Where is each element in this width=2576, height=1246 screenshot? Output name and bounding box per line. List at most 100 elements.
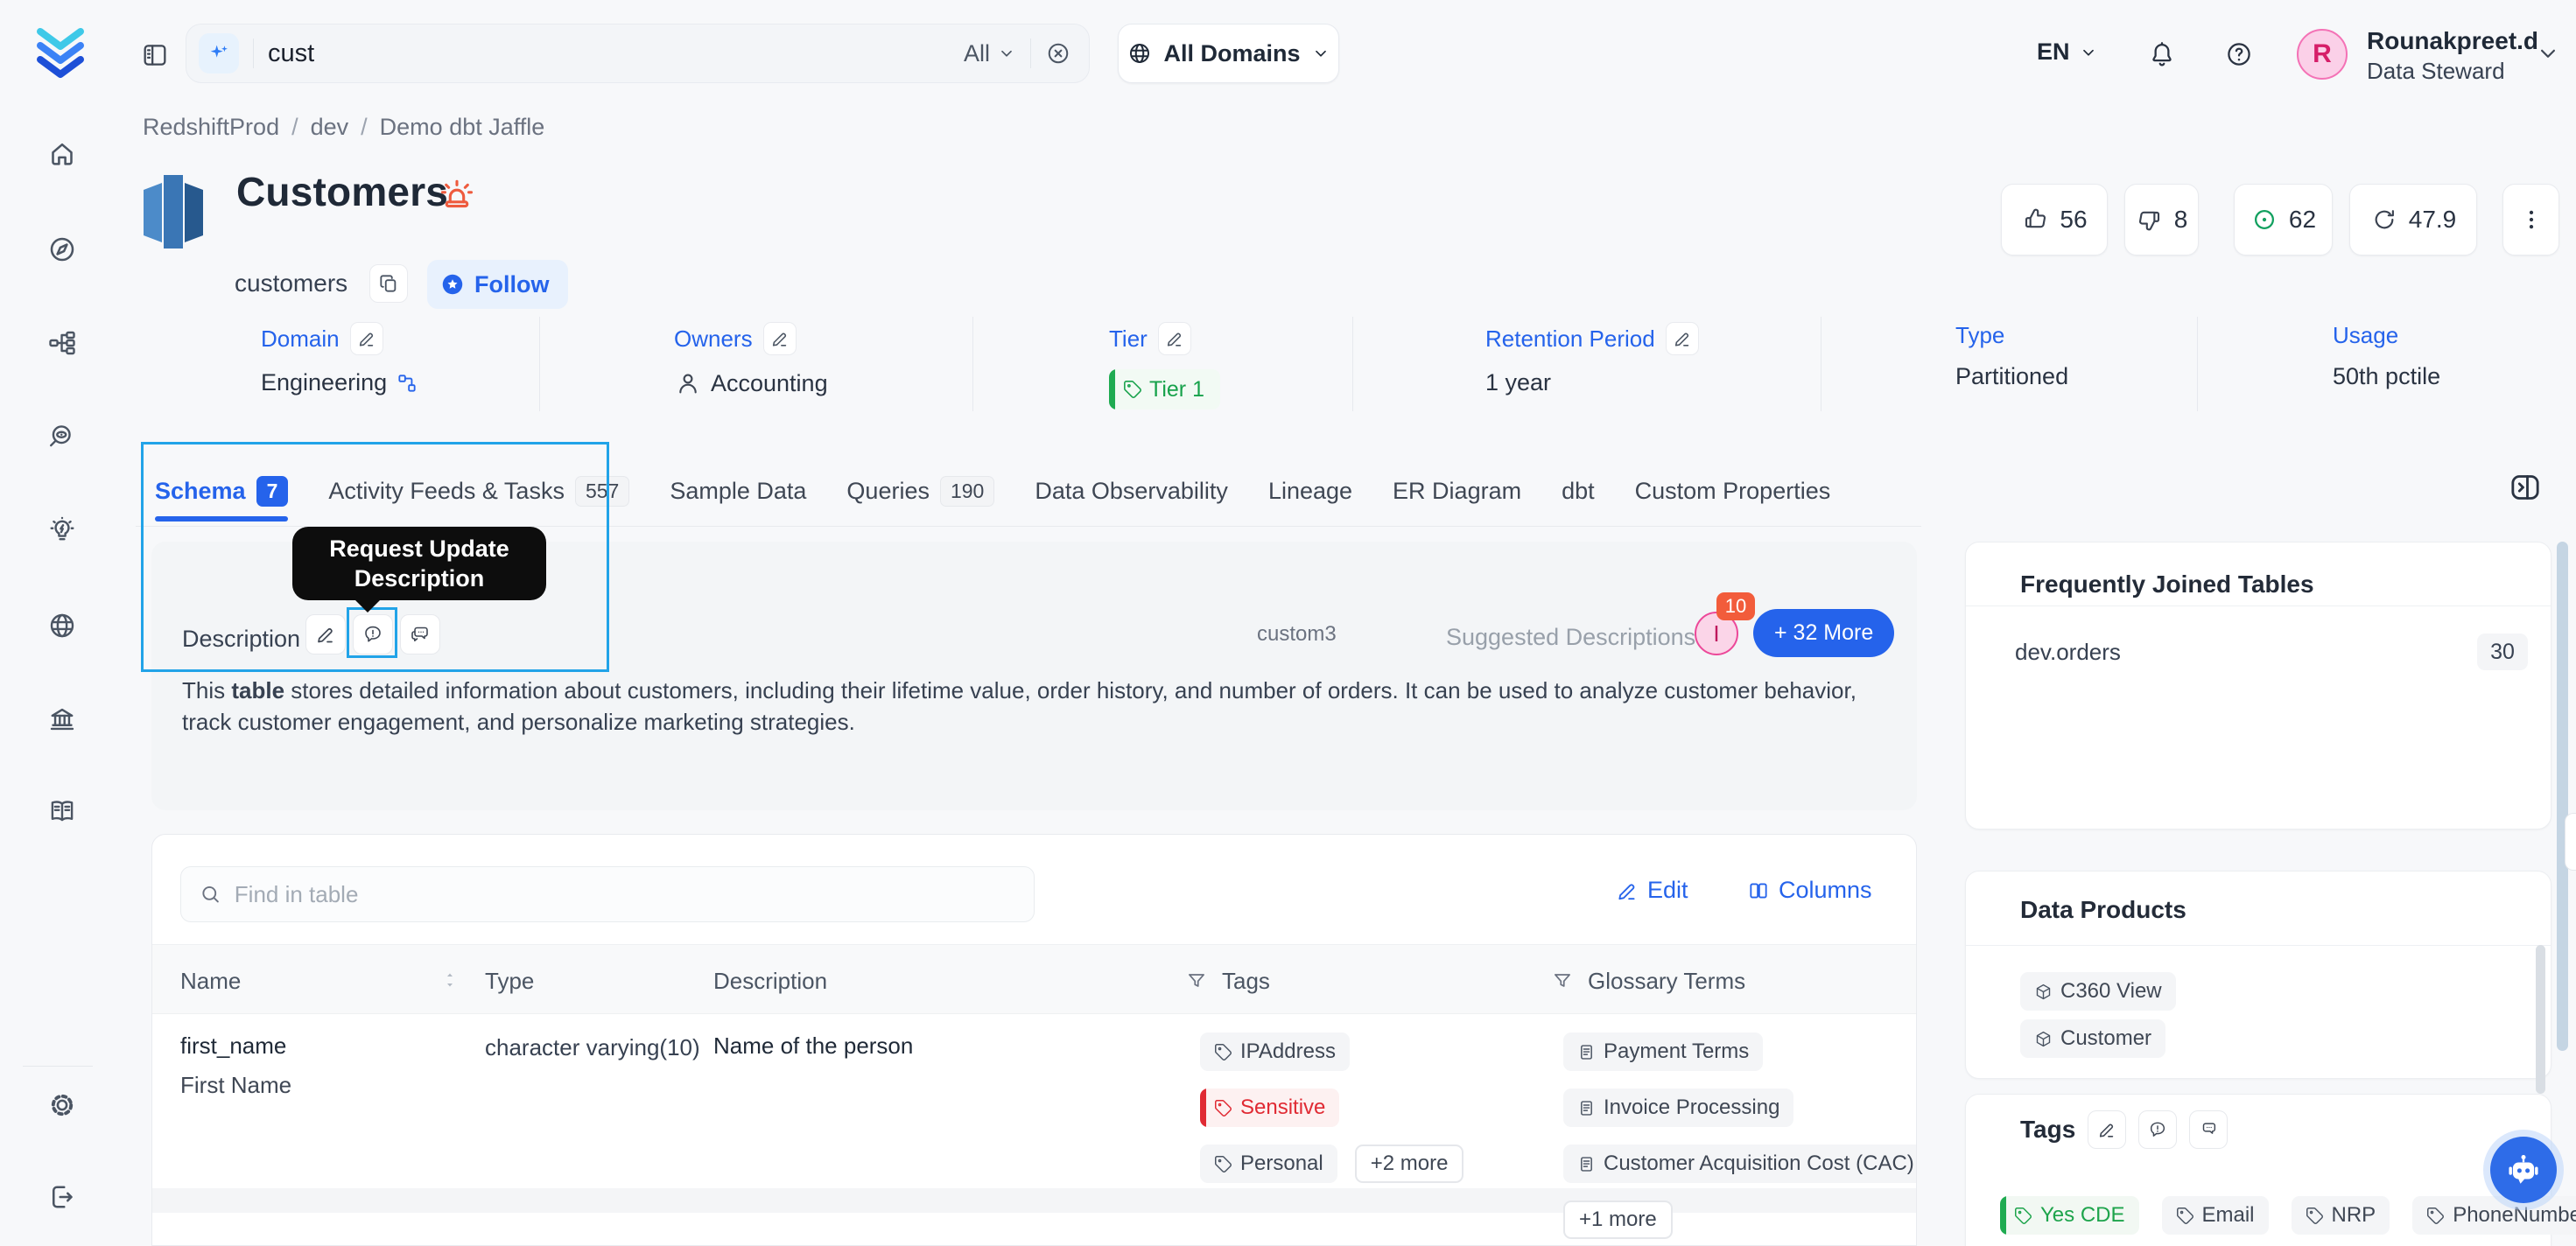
joined-table-row[interactable]: dev.orders 30 <box>1966 634 2551 670</box>
domain-label[interactable]: Domain <box>261 326 340 353</box>
all-domains-dropdown[interactable]: All Domains <box>1118 24 1339 83</box>
popularity-button[interactable]: 47.9 <box>2349 184 2477 256</box>
tag-chip[interactable]: Email <box>2161 1196 2269 1235</box>
tab[interactable]: ER Diagram <box>1393 478 1521 505</box>
tag-chip[interactable]: +2 more <box>1354 1144 1464 1183</box>
edit-owners-icon[interactable] <box>762 322 797 355</box>
tab[interactable]: Schema 7 <box>155 475 289 522</box>
column-name-cell[interactable]: first_name First Name <box>180 1032 291 1099</box>
glossary-term-chip[interactable]: Customer Acquisition Cost (CAC) <box>1563 1144 1916 1183</box>
settings-gear-icon[interactable] <box>43 1086 81 1124</box>
find-in-table[interactable] <box>180 866 1035 922</box>
sort-icon[interactable] <box>439 970 460 990</box>
ai-sparkle-icon[interactable] <box>199 33 239 74</box>
page-scrollbar[interactable] <box>2557 542 2568 1051</box>
tab[interactable]: dbt <box>1562 478 1595 505</box>
column-name[interactable]: first_name <box>180 1032 291 1060</box>
filter-funnel-icon[interactable] <box>1185 970 1208 992</box>
owners-value[interactable]: Accounting <box>711 370 828 397</box>
filter-funnel-icon[interactable] <box>1551 970 1574 992</box>
edit-domain-icon[interactable] <box>349 322 383 355</box>
tag-chip[interactable]: IPAddress <box>1200 1032 1350 1071</box>
logout-icon[interactable] <box>43 1178 81 1216</box>
suggested-more-button[interactable]: + 32 More <box>1753 609 1895 657</box>
language-selector[interactable]: EN <box>2037 38 2098 66</box>
owners-label[interactable]: Owners <box>674 326 753 353</box>
edit-columns-button[interactable]: Edit <box>1616 877 1688 904</box>
glossary-term-chip[interactable]: Invoice Processing <box>1563 1088 1794 1127</box>
request-tags-icon[interactable] <box>2138 1110 2178 1149</box>
tag-chip[interactable]: Sensitive <box>1200 1088 1340 1127</box>
domain-value[interactable]: Engineering <box>261 369 387 396</box>
home-icon[interactable] <box>43 135 81 173</box>
edit-retention-icon[interactable] <box>1665 322 1699 355</box>
user-avatar[interactable]: R <box>2297 29 2348 80</box>
glossary-term-chip[interactable]: Payment Terms <box>1563 1032 1764 1071</box>
type-label[interactable]: Type <box>1955 322 2004 349</box>
tab[interactable]: Sample Data <box>670 478 806 505</box>
tab[interactable]: Lineage <box>1268 478 1352 505</box>
breadcrumb-connection[interactable]: RedshiftProd <box>143 114 279 141</box>
alert-siren-icon[interactable] <box>438 175 476 214</box>
products-sitemap-icon[interactable] <box>43 324 81 362</box>
tab[interactable]: Custom Properties <box>1635 478 1831 505</box>
follow-button[interactable]: Follow <box>427 260 569 309</box>
request-update-description-icon[interactable] <box>353 614 393 654</box>
sidebar-toggle-icon[interactable] <box>140 40 170 70</box>
downvote-button[interactable]: 8 <box>2124 184 2199 256</box>
column-description[interactable]: Name of the person <box>713 1032 913 1060</box>
upvote-button[interactable]: 56 <box>2001 184 2108 256</box>
col-header-description[interactable]: Description <box>713 968 827 995</box>
panel-scrollbar[interactable] <box>2536 945 2545 1094</box>
col-header-glossary-terms[interactable]: Glossary Terms <box>1588 968 1745 995</box>
columns-button[interactable]: Columns <box>1747 877 1872 904</box>
tab[interactable]: Queries 190 <box>846 475 995 507</box>
joined-table-name[interactable]: dev.orders <box>2015 639 2121 666</box>
atlan-logo[interactable] <box>33 24 88 80</box>
col-header-name[interactable]: Name <box>180 968 241 995</box>
glossary-book-icon[interactable] <box>43 792 81 830</box>
help-icon[interactable] <box>2218 33 2260 75</box>
breadcrumb-database[interactable]: Demo dbt Jaffle <box>380 114 545 141</box>
tier-label[interactable]: Tier <box>1109 326 1148 353</box>
data-product-chip[interactable]: C360 View <box>2020 972 2176 1011</box>
explore-compass-icon[interactable] <box>43 230 81 269</box>
col-header-tags[interactable]: Tags <box>1222 968 1270 995</box>
user-menu-chevron-icon[interactable] <box>2535 40 2561 66</box>
col-header-type[interactable]: Type <box>485 968 534 995</box>
copy-icon[interactable] <box>369 264 408 303</box>
tab[interactable]: Data Observability <box>1035 478 1228 505</box>
insights-bulb-icon[interactable] <box>43 511 81 550</box>
more-actions-kebab-icon[interactable] <box>2502 184 2559 256</box>
tag-chip[interactable]: NRP <box>2291 1196 2390 1235</box>
collapsed-panel-handle[interactable] <box>2565 813 2576 871</box>
edit-tags-icon[interactable] <box>2088 1110 2127 1149</box>
user-menu[interactable]: Rounakpreet.d Data Steward <box>2367 26 2538 85</box>
discovery-search-eye-icon[interactable] <box>43 417 81 456</box>
search-scope-dropdown[interactable]: All <box>964 40 1016 67</box>
tag-chip[interactable]: Personal <box>1200 1144 1337 1183</box>
data-product-chip[interactable]: Customer <box>2020 1019 2166 1058</box>
web-globe-icon[interactable] <box>43 606 81 645</box>
chatbot-button[interactable] <box>2490 1137 2557 1203</box>
tab[interactable]: Activity Feeds & Tasks 557 <box>328 475 630 507</box>
watchers-button[interactable]: 62 <box>2234 184 2333 256</box>
notifications-bell-icon[interactable] <box>2141 33 2183 75</box>
tier-badge[interactable]: Tier 1 <box>1109 369 1220 410</box>
tag-chip[interactable]: PhoneNumber <box>2412 1196 2576 1235</box>
retention-label[interactable]: Retention Period <box>1485 326 1655 353</box>
edit-tier-icon[interactable] <box>1157 322 1191 355</box>
comments-icon[interactable] <box>400 614 440 654</box>
global-search[interactable]: All <box>186 24 1090 83</box>
governance-bank-icon[interactable] <box>43 700 81 738</box>
find-in-table-input[interactable] <box>234 880 1016 908</box>
clear-search-icon[interactable] <box>1045 40 1071 66</box>
edit-description-icon[interactable] <box>305 614 346 654</box>
breadcrumb-schema[interactable]: dev <box>311 114 349 141</box>
tag-chip[interactable]: Yes CDE <box>2000 1196 2139 1235</box>
search-input[interactable] <box>268 38 964 68</box>
glossary-term-chip[interactable]: +1 more <box>1563 1200 1673 1239</box>
usage-label[interactable]: Usage <box>2333 322 2398 349</box>
comments-tags-icon[interactable] <box>2189 1110 2229 1149</box>
collapse-panel-icon[interactable] <box>2505 467 2545 508</box>
